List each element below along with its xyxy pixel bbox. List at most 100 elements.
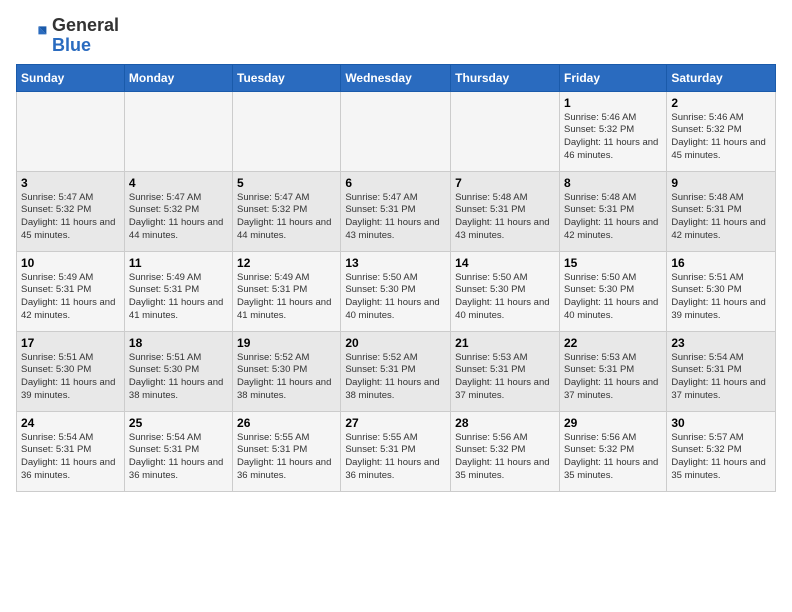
calendar-cell: 9Sunrise: 5:48 AM Sunset: 5:31 PM Daylig… <box>667 171 776 251</box>
day-info: Sunrise: 5:52 AM Sunset: 5:30 PM Dayligh… <box>237 352 336 403</box>
calendar-cell: 13 Sunrise: 5:50 AM Sunset: 5:30 PM Dayli… <box>341 251 451 331</box>
calendar-cell <box>233 91 341 171</box>
week-row-3: 10Sunrise: 5:49 AM Sunset: 5:31 PM Dayli… <box>17 251 776 331</box>
day-info: Sunrise: 5:48 AM Sunset: 5:31 PM Dayligh… <box>455 192 555 243</box>
day-number: 29 <box>564 416 662 430</box>
header-day-friday: Friday <box>559 64 666 91</box>
day-number: 28 <box>455 416 555 430</box>
day-info: Sunrise: 5:46 AM Sunset: 5:32 PM Dayligh… <box>671 112 771 163</box>
day-info: Sunrise: 5:49 AM Sunset: 5:31 PM Dayligh… <box>129 272 228 323</box>
day-info: Sunrise: 5:51 AM Sunset: 5:30 PM Dayligh… <box>671 272 771 323</box>
logo-icon <box>16 20 48 52</box>
day-number: 22 <box>564 336 662 350</box>
calendar-cell: 14Sunrise: 5:50 AM Sunset: 5:30 PM Dayli… <box>451 251 560 331</box>
calendar-cell: 30Sunrise: 5:57 AM Sunset: 5:32 PM Dayli… <box>667 411 776 491</box>
day-number: 18 <box>129 336 228 350</box>
calendar-cell: 22 Sunrise: 5:53 AM Sunset: 5:31 PM Dayli… <box>559 331 666 411</box>
day-number: 27 <box>345 416 446 430</box>
calendar-cell <box>124 91 232 171</box>
logo-blue: Blue <box>52 36 119 56</box>
day-number: 9 <box>671 176 771 190</box>
calendar-cell: 1 Sunrise: 5:46 AM Sunset: 5:32 PM Daylig… <box>559 91 666 171</box>
calendar-cell: 15Sunrise: 5:50 AM Sunset: 5:30 PM Dayli… <box>559 251 666 331</box>
day-number: 7 <box>455 176 555 190</box>
day-info: Sunrise: 5:47 AM Sunset: 5:31 PM Dayligh… <box>345 192 446 243</box>
day-info: Sunrise: 5:51 AM Sunset: 5:30 PM Dayligh… <box>21 352 120 403</box>
day-number: 23 <box>671 336 771 350</box>
calendar-cell: 20 Sunrise: 5:52 AM Sunset: 5:31 PM Dayli… <box>341 331 451 411</box>
day-info: Sunrise: 5:53 AM Sunset: 5:31 PM Dayligh… <box>564 352 662 403</box>
day-info: Sunrise: 5:51 AM Sunset: 5:30 PM Dayligh… <box>129 352 228 403</box>
calendar-cell: 6 Sunrise: 5:47 AM Sunset: 5:31 PM Daylig… <box>341 171 451 251</box>
calendar-cell: 19 Sunrise: 5:52 AM Sunset: 5:30 PM Dayli… <box>233 331 341 411</box>
calendar-cell: 10Sunrise: 5:49 AM Sunset: 5:31 PM Dayli… <box>17 251 125 331</box>
day-number: 5 <box>237 176 336 190</box>
day-number: 19 <box>237 336 336 350</box>
logo: General Blue <box>16 16 119 56</box>
day-number: 30 <box>671 416 771 430</box>
calendar-cell: 27Sunrise: 5:55 AM Sunset: 5:31 PM Dayli… <box>341 411 451 491</box>
header-row: SundayMondayTuesdayWednesdayThursdayFrid… <box>17 64 776 91</box>
header-day-wednesday: Wednesday <box>341 64 451 91</box>
calendar-cell: 21 Sunrise: 5:53 AM Sunset: 5:31 PM Dayli… <box>451 331 560 411</box>
header-day-thursday: Thursday <box>451 64 560 91</box>
calendar-cell: 12 Sunrise: 5:49 AM Sunset: 5:31 PM Dayli… <box>233 251 341 331</box>
day-info: Sunrise: 5:49 AM Sunset: 5:31 PM Dayligh… <box>237 272 336 323</box>
header-day-saturday: Saturday <box>667 64 776 91</box>
day-number: 13 <box>345 256 446 270</box>
calendar-cell: 16Sunrise: 5:51 AM Sunset: 5:30 PM Dayli… <box>667 251 776 331</box>
day-info: Sunrise: 5:50 AM Sunset: 5:30 PM Dayligh… <box>455 272 555 323</box>
calendar-cell: 28 Sunrise: 5:56 AM Sunset: 5:32 PM Dayli… <box>451 411 560 491</box>
day-number: 26 <box>237 416 336 430</box>
day-info: Sunrise: 5:46 AM Sunset: 5:32 PM Dayligh… <box>564 112 662 163</box>
day-number: 4 <box>129 176 228 190</box>
header: General Blue <box>16 16 776 56</box>
day-number: 20 <box>345 336 446 350</box>
calendar-cell: 17 Sunrise: 5:51 AM Sunset: 5:30 PM Dayli… <box>17 331 125 411</box>
header-day-sunday: Sunday <box>17 64 125 91</box>
calendar-cell <box>17 91 125 171</box>
week-row-5: 24 Sunrise: 5:54 AM Sunset: 5:31 PM Dayli… <box>17 411 776 491</box>
day-info: Sunrise: 5:50 AM Sunset: 5:30 PM Dayligh… <box>345 272 446 323</box>
day-info: Sunrise: 5:54 AM Sunset: 5:31 PM Dayligh… <box>671 352 771 403</box>
week-row-4: 17 Sunrise: 5:51 AM Sunset: 5:30 PM Dayli… <box>17 331 776 411</box>
day-number: 3 <box>21 176 120 190</box>
day-number: 1 <box>564 96 662 110</box>
calendar-cell: 11Sunrise: 5:49 AM Sunset: 5:31 PM Dayli… <box>124 251 232 331</box>
day-info: Sunrise: 5:50 AM Sunset: 5:30 PM Dayligh… <box>564 272 662 323</box>
day-info: Sunrise: 5:52 AM Sunset: 5:31 PM Dayligh… <box>345 352 446 403</box>
day-info: Sunrise: 5:47 AM Sunset: 5:32 PM Dayligh… <box>129 192 228 243</box>
logo-general: General <box>52 16 119 36</box>
calendar-table: SundayMondayTuesdayWednesdayThursdayFrid… <box>16 64 776 492</box>
calendar-cell: 3Sunrise: 5:47 AM Sunset: 5:32 PM Daylig… <box>17 171 125 251</box>
calendar-cell <box>341 91 451 171</box>
day-number: 12 <box>237 256 336 270</box>
calendar-cell: 18 Sunrise: 5:51 AM Sunset: 5:30 PM Dayli… <box>124 331 232 411</box>
day-number: 6 <box>345 176 446 190</box>
day-info: Sunrise: 5:53 AM Sunset: 5:31 PM Dayligh… <box>455 352 555 403</box>
day-info: Sunrise: 5:55 AM Sunset: 5:31 PM Dayligh… <box>237 432 336 483</box>
day-info: Sunrise: 5:47 AM Sunset: 5:32 PM Dayligh… <box>237 192 336 243</box>
calendar-cell: 24 Sunrise: 5:54 AM Sunset: 5:31 PM Dayli… <box>17 411 125 491</box>
calendar-cell: 23 Sunrise: 5:54 AM Sunset: 5:31 PM Dayli… <box>667 331 776 411</box>
day-number: 17 <box>21 336 120 350</box>
calendar-cell: 25Sunrise: 5:54 AM Sunset: 5:31 PM Dayli… <box>124 411 232 491</box>
calendar-cell <box>451 91 560 171</box>
day-info: Sunrise: 5:54 AM Sunset: 5:31 PM Dayligh… <box>129 432 228 483</box>
day-number: 24 <box>21 416 120 430</box>
day-info: Sunrise: 5:54 AM Sunset: 5:31 PM Dayligh… <box>21 432 120 483</box>
header-day-tuesday: Tuesday <box>233 64 341 91</box>
day-info: Sunrise: 5:56 AM Sunset: 5:32 PM Dayligh… <box>564 432 662 483</box>
day-number: 8 <box>564 176 662 190</box>
calendar-cell: 29 Sunrise: 5:56 AM Sunset: 5:32 PM Dayli… <box>559 411 666 491</box>
day-info: Sunrise: 5:48 AM Sunset: 5:31 PM Dayligh… <box>564 192 662 243</box>
calendar-cell: 8 Sunrise: 5:48 AM Sunset: 5:31 PM Daylig… <box>559 171 666 251</box>
header-day-monday: Monday <box>124 64 232 91</box>
week-row-2: 3 Sunrise: 5:47 AM Sunset: 5:32 PM Daylig… <box>17 171 776 251</box>
day-info: Sunrise: 5:49 AM Sunset: 5:31 PM Dayligh… <box>21 272 120 323</box>
day-info: Sunrise: 5:56 AM Sunset: 5:32 PM Dayligh… <box>455 432 555 483</box>
day-number: 2 <box>671 96 771 110</box>
calendar-cell: 4 Sunrise: 5:47 AM Sunset: 5:32 PM Daylig… <box>124 171 232 251</box>
day-number: 21 <box>455 336 555 350</box>
calendar-cell: 5 Sunrise: 5:47 AM Sunset: 5:32 PM Daylig… <box>233 171 341 251</box>
